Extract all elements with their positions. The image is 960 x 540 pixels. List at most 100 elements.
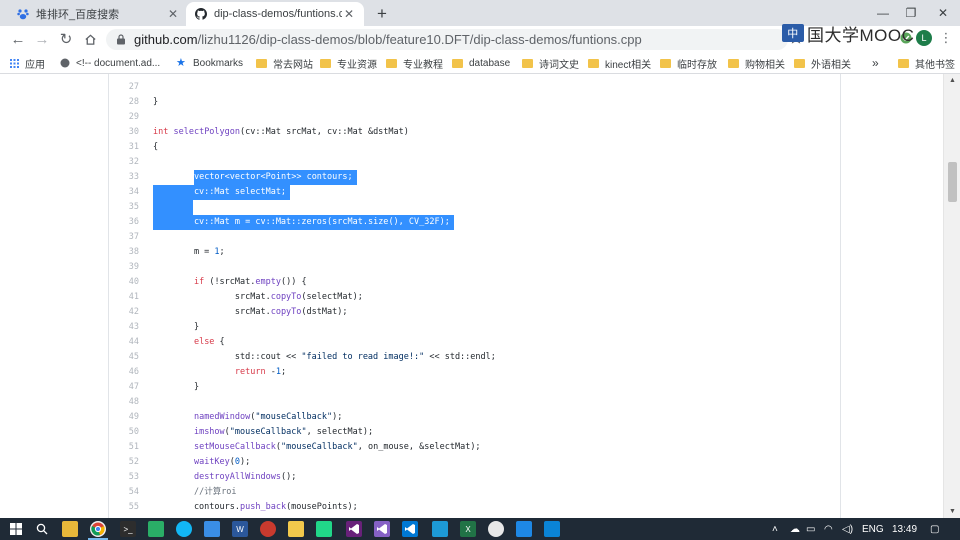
bookmark-folder[interactable]: 临时存放 <box>660 56 717 71</box>
bookmark-bookmarks[interactable]: ★ Bookmarks <box>176 56 243 70</box>
line-number[interactable]: 34 <box>109 185 139 200</box>
line-number[interactable]: 35 <box>109 200 139 215</box>
capture-icon[interactable] <box>544 521 560 537</box>
line-number[interactable]: 46 <box>109 365 139 380</box>
reload-button[interactable]: ↻ <box>56 29 76 49</box>
line-number[interactable]: 50 <box>109 425 139 440</box>
line-number[interactable]: 51 <box>109 440 139 455</box>
mooc-watermark-text: 国大学MOOC <box>807 25 915 45</box>
line-number[interactable]: 54 <box>109 485 139 500</box>
line-number[interactable]: 49 <box>109 410 139 425</box>
vscode-icon[interactable] <box>402 521 418 537</box>
video-icon[interactable] <box>516 521 532 537</box>
new-tab-button[interactable]: + <box>372 4 392 24</box>
bookmark-label: 购物相关 <box>745 59 785 71</box>
line-number[interactable]: 41 <box>109 290 139 305</box>
sogou-icon[interactable] <box>488 521 504 537</box>
visual-studio-icon[interactable] <box>346 521 362 537</box>
pycharm-icon[interactable] <box>316 521 332 537</box>
line-number[interactable]: 45 <box>109 350 139 365</box>
search-icon[interactable] <box>34 521 50 537</box>
menu-kebab-icon[interactable]: ⋮ <box>938 30 954 46</box>
forward-button[interactable]: → <box>32 29 52 49</box>
scroll-up-icon[interactable]: ▲ <box>948 76 957 85</box>
chrome-icon[interactable] <box>88 521 108 540</box>
tray-network-icon[interactable]: ▭ <box>806 522 815 536</box>
code-line: 55 contours.push_back(mousePoints); <box>109 500 842 515</box>
bookmark-apps[interactable]: 应用 <box>10 56 45 71</box>
bookmark-folder[interactable]: 专业资源 <box>320 56 377 71</box>
tray-chevron-up-icon[interactable]: ˄ <box>772 522 778 536</box>
code-text: contours.push_back(mousePoints); <box>153 502 358 512</box>
bookmark-other[interactable]: 其他书签 <box>898 56 955 71</box>
line-number[interactable]: 40 <box>109 275 139 290</box>
qq-icon[interactable] <box>176 521 192 537</box>
bookmark-label: 专业教程 <box>403 59 443 71</box>
bookmark-folder[interactable]: 外语相关 <box>794 56 851 71</box>
start-windows-icon[interactable] <box>8 521 24 537</box>
line-number[interactable]: 29 <box>109 110 139 125</box>
bookmark-document[interactable]: <!-- document.ad... <box>60 56 160 70</box>
excel-icon[interactable]: X <box>460 521 476 537</box>
line-number[interactable]: 32 <box>109 155 139 170</box>
terminal-icon[interactable]: >_ <box>120 521 136 537</box>
close-icon[interactable]: ✕ <box>342 7 356 21</box>
code-text: setMouseCallback("mouseCallback", on_mou… <box>193 442 481 452</box>
line-number[interactable]: 47 <box>109 380 139 395</box>
line-number[interactable]: 52 <box>109 455 139 470</box>
scroll-down-icon[interactable]: ▼ <box>948 507 957 516</box>
photo-icon[interactable] <box>204 521 220 537</box>
close-window-button[interactable]: ✕ <box>928 0 958 26</box>
bookmark-folder[interactable]: 购物相关 <box>728 56 785 71</box>
home-button[interactable] <box>80 29 100 49</box>
bookmark-folder[interactable]: database <box>452 56 510 70</box>
back-button[interactable]: ← <box>8 29 28 49</box>
tab-github-file[interactable]: dip-class-demos/funtions.cpp ✕ <box>186 2 364 26</box>
line-number[interactable]: 31 <box>109 140 139 155</box>
line-number[interactable]: 53 <box>109 470 139 485</box>
line-number[interactable]: 43 <box>109 320 139 335</box>
wechat-icon[interactable] <box>148 521 164 537</box>
profile-avatar[interactable]: L <box>916 30 932 46</box>
apps-grid-icon <box>10 58 19 68</box>
line-number[interactable]: 48 <box>109 395 139 410</box>
code-line: 40 if (!srcMat.empty()) { <box>109 275 842 290</box>
line-number[interactable]: 37 <box>109 230 139 245</box>
code-text: } <box>153 382 200 392</box>
wps-icon[interactable] <box>260 521 276 537</box>
file-explorer-icon[interactable] <box>62 521 78 537</box>
close-icon[interactable]: ✕ <box>166 7 180 21</box>
line-number[interactable]: 30 <box>109 125 139 140</box>
line-number[interactable]: 28 <box>109 95 139 110</box>
bookmark-folder[interactable]: kinect相关 <box>588 56 651 71</box>
bookmark-folder[interactable]: 专业教程 <box>386 56 443 71</box>
scrollbar-thumb[interactable] <box>948 162 957 202</box>
bookmarks-overflow-button[interactable]: » <box>872 56 879 70</box>
word-icon[interactable]: W <box>232 521 248 537</box>
bookmark-folder[interactable]: 常去网站 <box>256 56 313 71</box>
notification-icon[interactable]: ▢ <box>930 522 939 536</box>
tab-baidu-search[interactable]: 堆排环_百度搜索 ✕ <box>8 2 188 26</box>
mooc-logo-mark: 中 <box>782 24 804 42</box>
line-number[interactable]: 33 <box>109 170 139 185</box>
mooc-watermark: 中 国大学MOOC <box>782 22 915 45</box>
tray-cloud-icon[interactable]: ☁ <box>790 522 800 536</box>
notes-icon[interactable] <box>288 521 304 537</box>
line-number[interactable]: 38 <box>109 245 139 260</box>
visual-studio-purple-icon[interactable] <box>374 521 390 537</box>
line-number[interactable]: 39 <box>109 260 139 275</box>
line-number[interactable]: 27 <box>109 80 139 95</box>
line-number[interactable]: 36 <box>109 215 139 230</box>
language-indicator[interactable]: ENG <box>862 522 884 536</box>
tray-wifi-icon[interactable]: ◠ <box>824 522 833 536</box>
page-scrollbar[interactable]: ▲ ▼ <box>943 74 960 518</box>
mail-icon[interactable] <box>432 521 448 537</box>
system-clock[interactable]: 13:49 <box>892 522 917 536</box>
code-line: 46 return -1; <box>109 365 842 380</box>
address-bar[interactable]: github.com/lizhu1126/dip-class-demos/blo… <box>106 29 788 50</box>
bookmark-folder[interactable]: 诗词文史 <box>522 56 579 71</box>
line-number[interactable]: 55 <box>109 500 139 515</box>
line-number[interactable]: 42 <box>109 305 139 320</box>
line-number[interactable]: 44 <box>109 335 139 350</box>
tray-volume-icon[interactable]: ◁) <box>842 522 853 536</box>
